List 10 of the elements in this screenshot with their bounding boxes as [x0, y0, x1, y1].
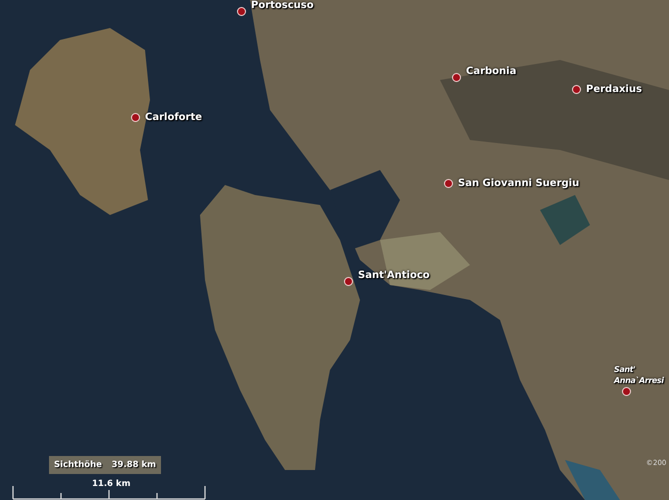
altitude-value: 39.88 km — [112, 460, 156, 470]
scale-bar-icon — [12, 486, 206, 500]
scale-label: 11.6 km — [92, 479, 130, 489]
place-label[interactable]: Carloforte — [145, 112, 202, 123]
place-label[interactable]: Portoscuso — [251, 0, 314, 11]
place-label[interactable]: Perdaxius — [586, 84, 642, 95]
place-label[interactable]: Carbonia — [466, 66, 516, 77]
altitude-label: Sichthöhe — [54, 460, 102, 470]
place-label[interactable]: Sant' Anna`Arresi — [614, 364, 667, 386]
place-label[interactable]: San Giovanni Suergiu — [458, 178, 580, 189]
